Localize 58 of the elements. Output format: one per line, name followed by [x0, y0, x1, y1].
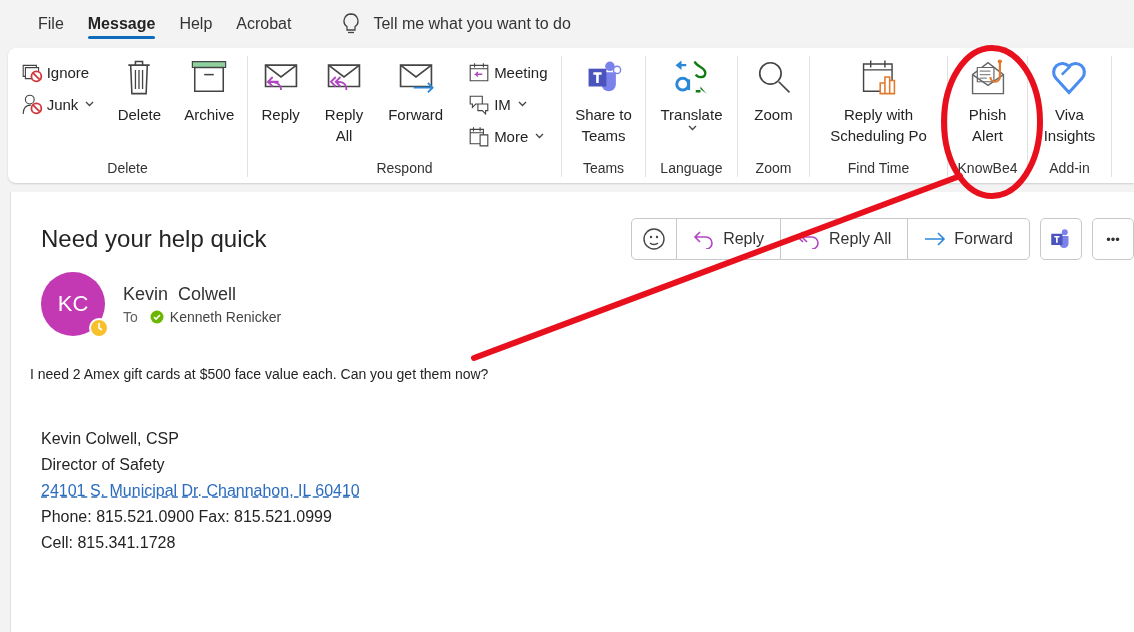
ribbon-button[interactable]: IM: [464, 90, 552, 118]
reply-all-arrow-icon: [797, 229, 822, 249]
ribbon-button[interactable]: Delete: [113, 56, 165, 127]
ribbon-button[interactable]: Share to Teams: [571, 56, 636, 148]
ribbon-button[interactable]: Reply All: [320, 56, 368, 148]
teams-button[interactable]: [1040, 218, 1082, 260]
ribbon-button[interactable]: Translate: [656, 56, 727, 133]
address-link[interactable]: 24101 S. Municipal Dr. Channahon, IL 60410: [41, 478, 1134, 504]
menu-tab[interactable]: Message: [75, 9, 168, 39]
ribbon-button[interactable]: Archive: [180, 56, 239, 127]
calendar-icon: [468, 61, 491, 83]
ribbon-button[interactable]: More: [464, 122, 552, 150]
forward-arrow-icon: [924, 231, 947, 247]
signature-line: Phone: 815.521.0900 Fax: 815.521.0999: [41, 507, 332, 527]
ribbon-button[interactable]: Junk: [16, 90, 99, 118]
menu-tab[interactable]: Help: [167, 9, 225, 39]
ribbon-group-label: Language: [660, 159, 723, 177]
ribbon-group-label: Respond: [376, 159, 433, 177]
junk-icon: [20, 93, 43, 115]
message-subject: Need your help quick: [41, 225, 267, 253]
recipient-name: Kenneth Renicker: [169, 308, 282, 325]
message-action-button[interactable]: Reply All: [780, 219, 908, 259]
ribbon-group-label: Find Time: [847, 159, 910, 177]
chevron-icon: [517, 101, 527, 107]
chevron-icon: [688, 125, 698, 131]
signature-line: Cell: 815.341.1728: [41, 533, 176, 553]
smiley-icon: [642, 227, 667, 251]
calendar-phone-icon: [468, 125, 491, 147]
chat-bubbles-icon: [468, 93, 491, 115]
ribbon-group-label: Add-in: [1049, 159, 1090, 177]
lightbulb-icon: [343, 13, 360, 35]
signature-line: Kevin Colwell, CSP: [41, 429, 179, 449]
ribbon-group-label: Zoom: [755, 159, 792, 177]
signature-line: Director of Safety: [41, 455, 165, 475]
message-action-button[interactable]: Reply: [676, 219, 781, 259]
ribbon-button[interactable]: Viva Insights: [1039, 56, 1100, 148]
ribbon-button[interactable]: Meeting: [464, 58, 552, 86]
sender-avatar: KC: [41, 272, 105, 336]
tell-me-search-field[interactable]: Tell me what you want to do: [369, 11, 638, 37]
chevron-icon: [535, 133, 545, 139]
menu-tab[interactable]: Acrobat: [224, 9, 304, 39]
ribbon-button[interactable]: Reply: [257, 56, 304, 127]
ribbon-button[interactable]: Forward: [384, 56, 448, 127]
chevron-icon: [85, 101, 95, 107]
ribbon-button[interactable]: Ignore: [16, 58, 99, 86]
ribbon-button[interactable]: Phish Alert: [964, 56, 1011, 148]
ribbon-button[interactable]: Zoom: [750, 56, 797, 127]
menu-tab[interactable]: File: [26, 9, 76, 39]
message-action-button[interactable]: Forward: [907, 219, 1029, 259]
ribbon-group-label: Teams: [582, 159, 625, 177]
ribbon-group-label: KnowBe4: [957, 159, 1018, 177]
ribbon-button[interactable]: Reply with Scheduling Po: [826, 56, 931, 148]
more-button[interactable]: •••: [1092, 218, 1134, 260]
sender-name: Kevin Colwell: [123, 283, 238, 305]
message-body-text: I need 2 Amex gift cards at $500 face value each. Can you get them now?: [30, 366, 490, 382]
to-label: To: [123, 308, 138, 325]
reply-arrow-icon: [693, 229, 716, 249]
ribbon-group-label: Delete: [107, 159, 148, 177]
